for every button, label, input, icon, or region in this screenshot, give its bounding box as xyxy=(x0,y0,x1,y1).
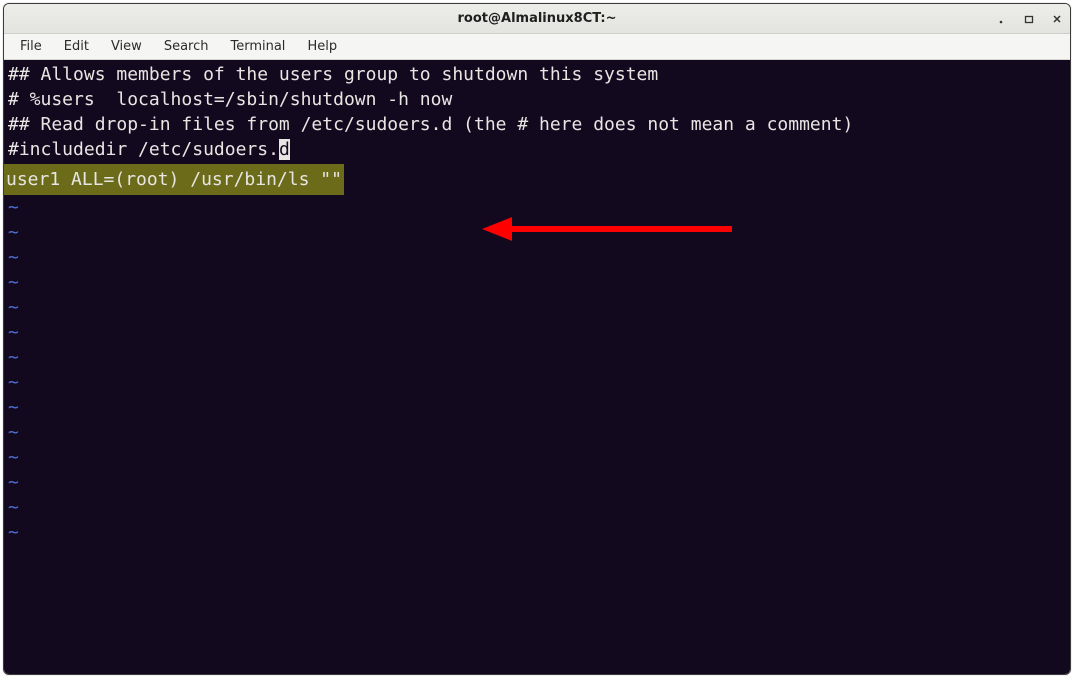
highlighted-line-wrapper: user1 ALL=(root) /usr/bin/ls "" xyxy=(6,162,1068,195)
terminal-line: ## Allows members of the users group to … xyxy=(6,62,1068,87)
empty-line-tilde: ~ xyxy=(6,520,1068,545)
minimize-button[interactable] xyxy=(994,12,1008,26)
menu-file[interactable]: File xyxy=(10,36,52,57)
menu-search[interactable]: Search xyxy=(154,36,219,57)
empty-line-tilde: ~ xyxy=(6,295,1068,320)
empty-line-tilde: ~ xyxy=(6,245,1068,270)
cursor: d xyxy=(279,139,290,160)
empty-line-tilde: ~ xyxy=(6,395,1068,420)
empty-line-tilde: ~ xyxy=(6,370,1068,395)
empty-line-tilde: ~ xyxy=(6,220,1068,245)
empty-line-tilde: ~ xyxy=(6,470,1068,495)
application-window: root@Almalinux8CT:~ File Edit View Searc… xyxy=(3,3,1071,675)
terminal-line: ## Read drop-in files from /etc/sudoers.… xyxy=(6,112,1068,137)
terminal-area[interactable]: ## Allows members of the users group to … xyxy=(4,60,1070,674)
highlighted-line: user1 ALL=(root) /usr/bin/ls "" xyxy=(4,164,344,195)
empty-line-tilde: ~ xyxy=(6,270,1068,295)
titlebar: root@Almalinux8CT:~ xyxy=(4,4,1070,34)
empty-line-tilde: ~ xyxy=(6,345,1068,370)
empty-line-tilde: ~ xyxy=(6,445,1068,470)
close-icon xyxy=(1052,14,1062,24)
empty-line-tilde: ~ xyxy=(6,420,1068,445)
maximize-button[interactable] xyxy=(1022,12,1036,26)
text-segment: #includedir /etc/sudoers. xyxy=(8,139,279,160)
menu-view[interactable]: View xyxy=(101,36,152,57)
close-button[interactable] xyxy=(1050,12,1064,26)
empty-line-tilde: ~ xyxy=(6,320,1068,345)
menu-terminal[interactable]: Terminal xyxy=(220,36,295,57)
empty-line-tilde: ~ xyxy=(6,495,1068,520)
window-title: root@Almalinux8CT:~ xyxy=(458,11,617,26)
maximize-icon xyxy=(1024,14,1034,24)
terminal-line: #includedir /etc/sudoers.d xyxy=(6,137,1068,162)
menu-help[interactable]: Help xyxy=(297,36,347,57)
menubar: File Edit View Search Terminal Help xyxy=(4,34,1070,60)
empty-line-tilde: ~ xyxy=(6,195,1068,220)
menu-edit[interactable]: Edit xyxy=(54,36,99,57)
window-controls xyxy=(994,4,1064,33)
minimize-icon xyxy=(996,14,1006,24)
terminal-line: # %users localhost=/sbin/shutdown -h now xyxy=(6,87,1068,112)
